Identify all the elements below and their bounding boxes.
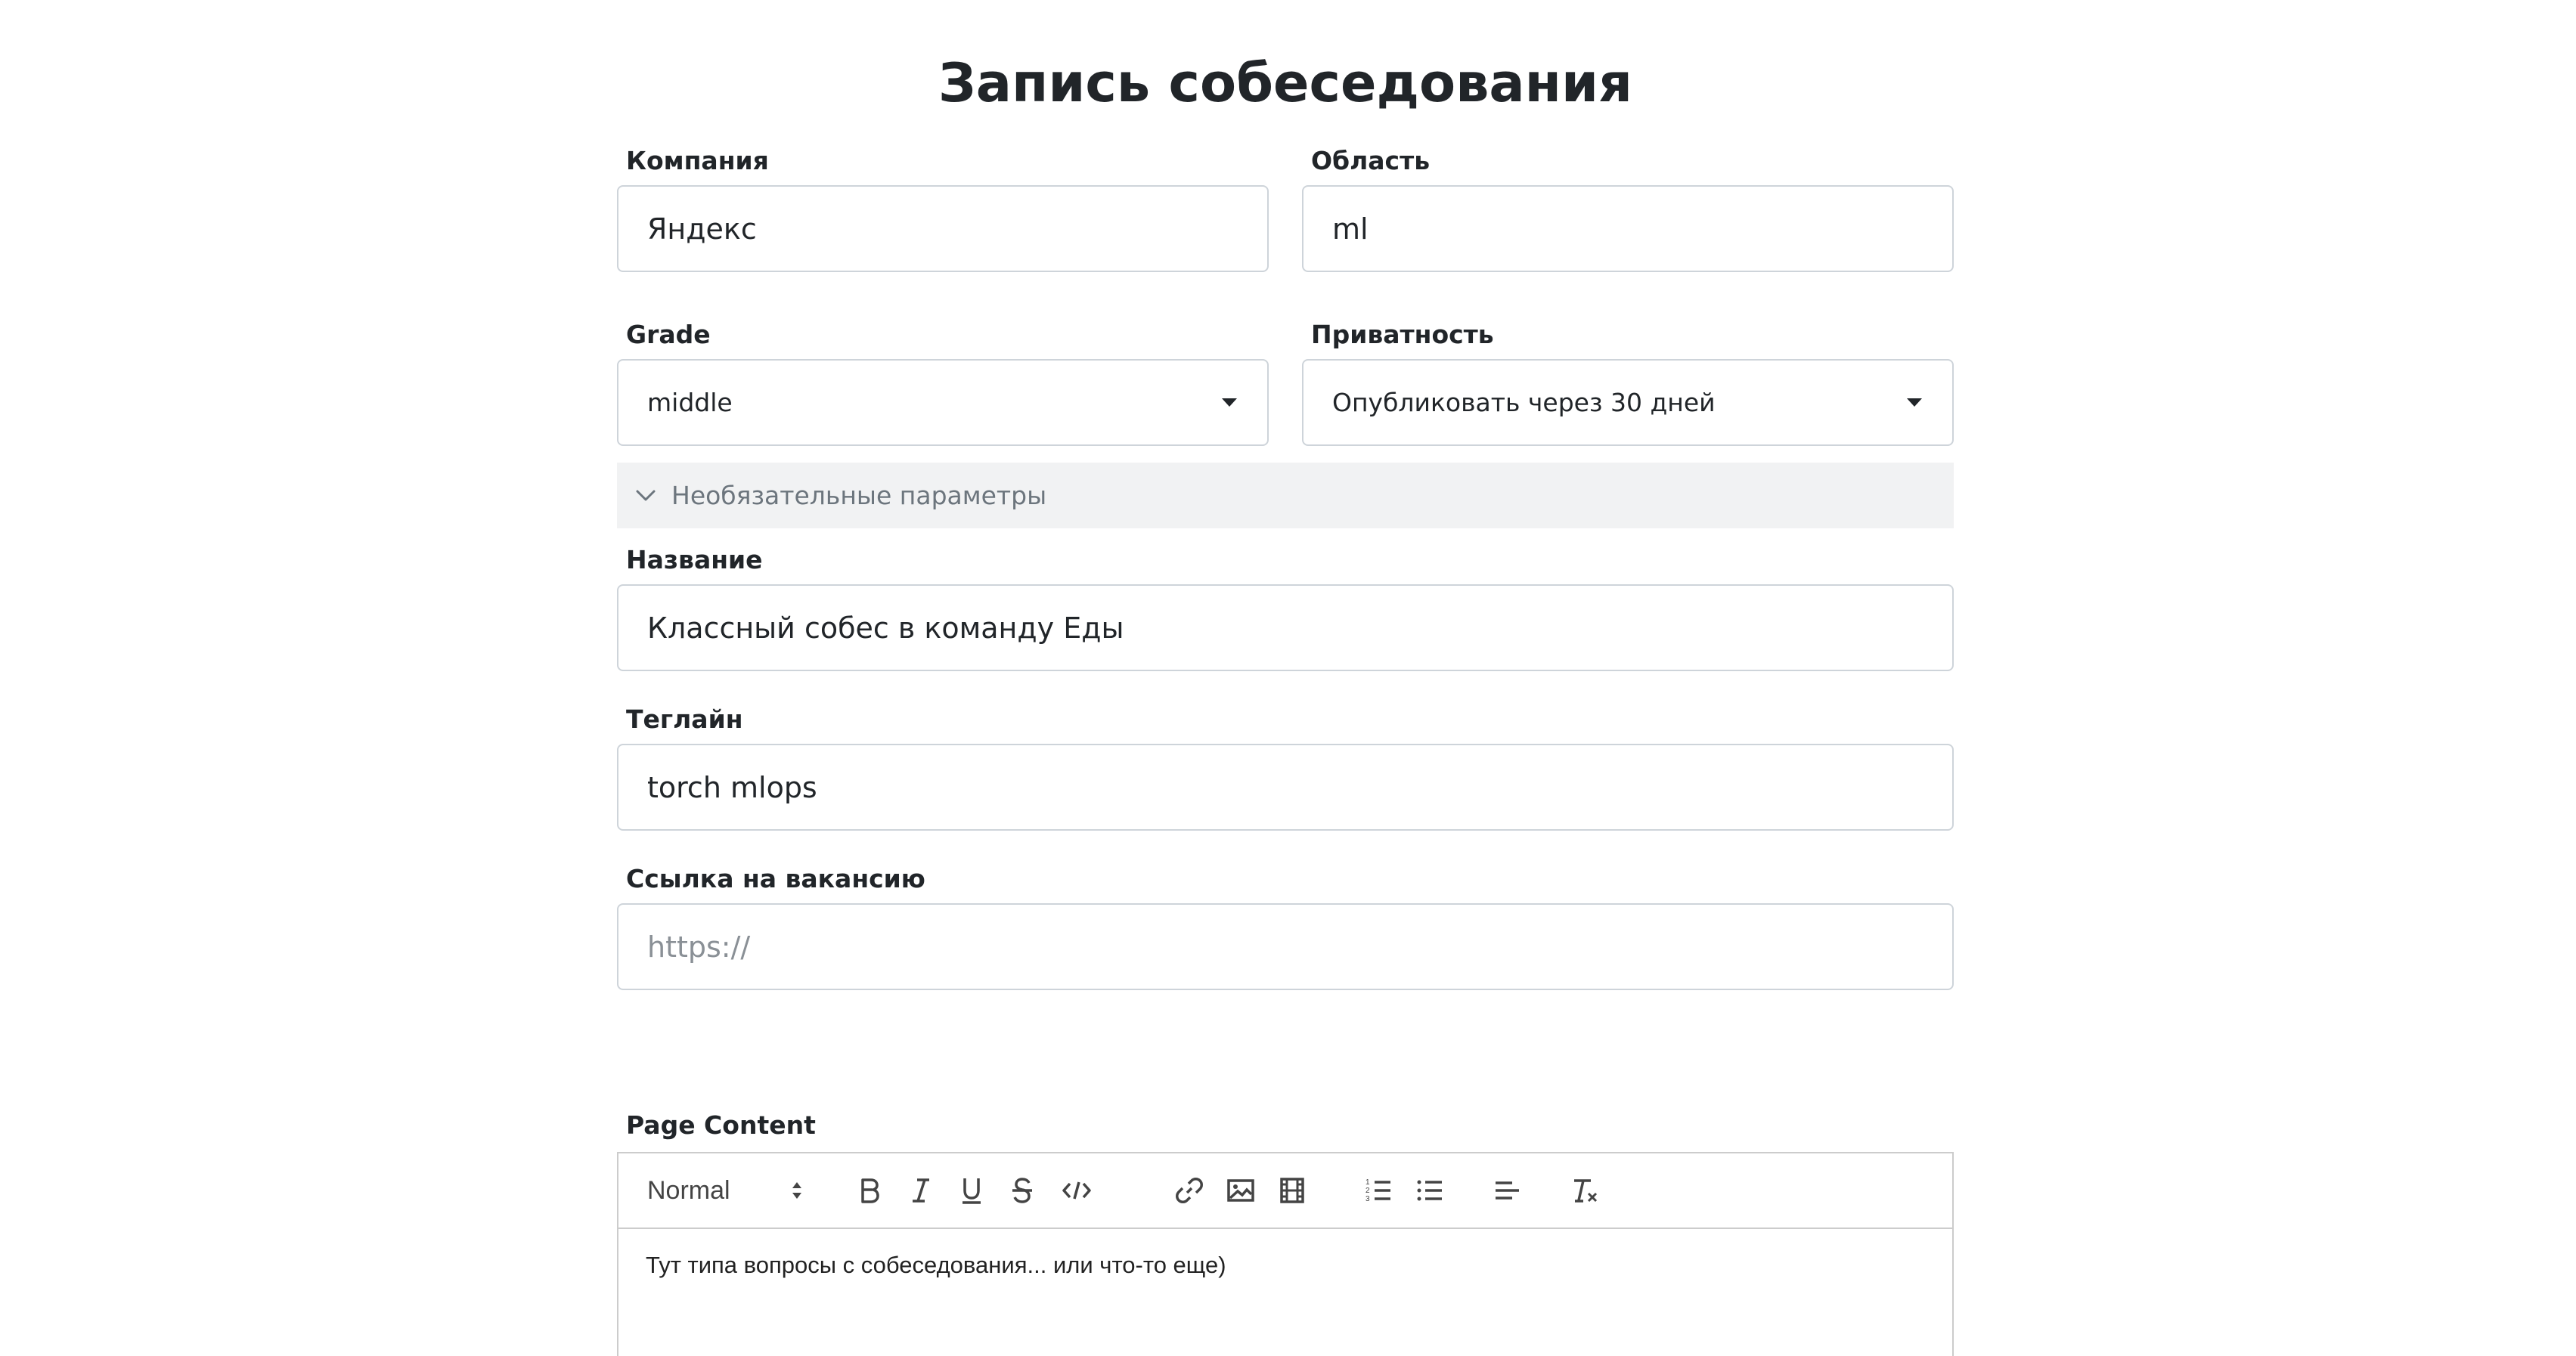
updown-arrows-icon	[792, 1182, 801, 1199]
format-select[interactable]: Normal	[647, 1153, 812, 1228]
grade-select[interactable]: middle	[617, 359, 1269, 446]
image-icon	[1227, 1179, 1254, 1202]
page: Запись собеседования Компания Область Gr…	[0, 0, 2576, 1356]
privacy-select-value: Опубликовать через 30 дней	[1332, 388, 1716, 417]
svg-text:1: 1	[1365, 1178, 1370, 1187]
name-label: Название	[626, 545, 763, 574]
underline-button[interactable]	[949, 1153, 994, 1228]
tagline-input[interactable]	[617, 744, 1954, 831]
privacy-label: Приватность	[1311, 320, 1494, 349]
privacy-select[interactable]: Опубликовать через 30 дней	[1302, 359, 1954, 446]
optional-params-toggle[interactable]: Необязательные параметры	[617, 463, 1954, 528]
code-block-button[interactable]	[1048, 1153, 1105, 1228]
link-button[interactable]	[1164, 1153, 1214, 1228]
caret-down-icon	[1222, 398, 1237, 407]
svg-text:2: 2	[1365, 1187, 1370, 1195]
vacancy-link-input[interactable]	[617, 903, 1954, 990]
underline-icon	[963, 1178, 981, 1204]
align-icon	[1496, 1181, 1519, 1200]
company-label: Компания	[626, 146, 769, 175]
strikethrough-icon	[1012, 1178, 1032, 1203]
code-block-icon	[1062, 1181, 1091, 1200]
bold-button[interactable]	[847, 1153, 892, 1228]
area-label: Область	[1311, 146, 1431, 175]
editor-content[interactable]: Тут типа вопросы с собеседования... или …	[618, 1229, 1952, 1302]
strike-button[interactable]	[1000, 1153, 1045, 1228]
caret-down-icon	[1907, 398, 1922, 407]
align-button[interactable]	[1482, 1153, 1532, 1228]
page-title: Запись собеседования	[938, 52, 1632, 114]
italic-button[interactable]	[898, 1153, 944, 1228]
rich-text-editor: Normal 1 2 3 Тут типа вопросы с собеседо…	[617, 1152, 1954, 1356]
format-select-value: Normal	[647, 1175, 730, 1205]
optional-params-label: Необязательные параметры	[671, 481, 1047, 510]
video-button[interactable]	[1267, 1153, 1317, 1228]
bullet-list-button[interactable]	[1405, 1153, 1455, 1228]
grade-select-value: middle	[647, 388, 733, 417]
svg-text:3: 3	[1365, 1195, 1370, 1203]
clear-format-button[interactable]	[1560, 1153, 1610, 1228]
name-input[interactable]	[617, 584, 1954, 671]
vacancy-link-label: Ссылка на вакансию	[626, 864, 925, 893]
ordered-list-button[interactable]: 1 2 3	[1353, 1153, 1403, 1228]
clear-format-icon	[1574, 1179, 1598, 1203]
ordered-list-icon: 1 2 3	[1365, 1178, 1390, 1203]
tagline-label: Теглайн	[626, 704, 743, 734]
italic-icon	[913, 1178, 929, 1203]
image-button[interactable]	[1216, 1153, 1266, 1228]
editor-text: Тут типа вопросы с собеседования... или …	[646, 1252, 1226, 1278]
area-input[interactable]	[1302, 185, 1954, 272]
video-icon	[1280, 1178, 1304, 1203]
editor-toolbar: Normal 1 2 3	[618, 1153, 1952, 1229]
bold-icon	[861, 1178, 879, 1203]
link-icon	[1176, 1178, 1203, 1203]
page-content-label: Page Content	[626, 1110, 816, 1140]
chevron-down-icon	[636, 490, 656, 500]
company-input[interactable]	[617, 185, 1269, 272]
bullet-list-icon	[1417, 1180, 1442, 1201]
grade-label: Grade	[626, 320, 711, 349]
